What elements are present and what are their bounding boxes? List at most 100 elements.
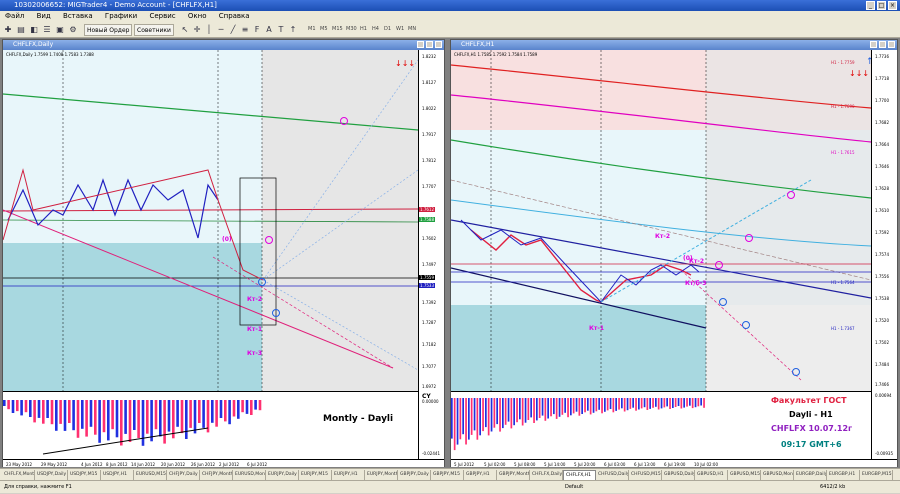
market-watch-icon[interactable]: ◧ [29, 25, 39, 35]
chart-tab[interactable]: USDJPY,H1 [101, 470, 134, 480]
chart-window-daily[interactable]: CHFLFX,Daily ↓↓↓ CHFLFX,Daily 1.7599 1.7… [2, 39, 445, 467]
chart-tab[interactable]: EURGBP,M15 [860, 470, 893, 480]
chart-tab[interactable]: EURJPY,Monthly [365, 470, 398, 480]
price-chart[interactable]: ↓↓↓ ↑ CHFLFX,Daily 1.7599 1.7408 1.7583 … [3, 50, 418, 391]
trendline-icon[interactable]: ╱ [228, 25, 238, 35]
note-timeframe: Dayli - H1 [789, 410, 833, 419]
histogram-bar [37, 400, 41, 418]
chart-tab[interactable]: GBPUSD,Monthly [761, 470, 794, 480]
menu-insert[interactable]: Вставка [58, 11, 98, 22]
app-title: 10302006652: MIGTrader4 - Demo Account -… [14, 1, 217, 9]
arrows-icon[interactable]: ↑ [288, 25, 298, 35]
histogram-bar [172, 400, 175, 439]
close-icon[interactable]: × [888, 1, 897, 10]
text-icon[interactable]: A [264, 25, 274, 35]
chart-tab[interactable]: EURJPY,M15 [299, 470, 332, 480]
chart-tab[interactable]: EURJPY,Daily [266, 470, 299, 480]
histogram-bar [250, 400, 253, 415]
menu-file[interactable]: Файл [0, 11, 29, 22]
tf-mn[interactable]: MN [408, 26, 416, 32]
menu-help[interactable]: Справка [214, 11, 255, 22]
tester-icon[interactable]: ⚙ [68, 25, 78, 35]
chart-tab[interactable]: USDJPY,Daily [35, 470, 68, 480]
tf-m15[interactable]: M15 [332, 26, 343, 32]
maximize-icon[interactable] [426, 41, 433, 48]
chart-tab[interactable]: GBPJPY,Daily [398, 470, 431, 480]
tf-m1[interactable]: M1 [308, 26, 316, 32]
date-tick: 8 Jun 2012 [106, 462, 128, 467]
channel-icon[interactable]: ≡ [240, 25, 250, 35]
chart-tab[interactable]: CHFLFX,H1 [563, 470, 596, 480]
tf-h1[interactable]: H1 [360, 26, 367, 32]
histogram-bar [612, 398, 615, 413]
menu-window[interactable]: Окно [183, 11, 212, 22]
chart-tab[interactable]: EURGBP,H1 [827, 470, 860, 480]
menu-tools[interactable]: Сервис [144, 11, 180, 22]
tf-d1[interactable]: D1 [384, 26, 391, 32]
menu-view[interactable]: Вид [32, 11, 56, 22]
label-k1: Кт-1 [589, 325, 605, 332]
tf-h4[interactable]: H4 [372, 26, 379, 32]
chart-tab[interactable]: USDJPY,M15 [68, 470, 101, 480]
new-order-button[interactable]: Новый Ордер [84, 24, 133, 36]
histogram-bar [167, 400, 171, 432]
vertical-line-icon[interactable]: │ [204, 25, 214, 35]
price-tick: 1.7664 [875, 142, 889, 147]
tf-m5[interactable]: M5 [320, 26, 328, 32]
profiles-icon[interactable]: ▤ [16, 25, 26, 35]
fibo-icon[interactable]: F [252, 25, 262, 35]
histogram-bar [666, 398, 668, 407]
histogram-bar [102, 400, 106, 433]
label-icon[interactable]: T [276, 25, 286, 35]
chart-tab[interactable]: GBPUSD,H1 [695, 470, 728, 480]
minimize-icon[interactable]: _ [866, 1, 875, 10]
tf-w1[interactable]: W1 [396, 26, 404, 32]
histogram-bar [465, 398, 467, 445]
price-tick: 1.7812 [422, 158, 436, 163]
chart-tab[interactable]: CHFLFX,Daily [530, 470, 563, 480]
minimize-icon[interactable] [417, 41, 424, 48]
chart-tab[interactable]: GBPUSD,M15 [728, 470, 761, 480]
histogram-bar [507, 398, 510, 422]
chart-window-h1[interactable]: CHFLFX,H1 ↓↓↓ ↑ CHFLFX,H1 1.7585 1.7592 … [450, 39, 898, 467]
cursor-icon[interactable]: ↖ [180, 25, 190, 35]
chart-tab[interactable]: GBPUSD,Daily [662, 470, 695, 480]
indicator-panel[interactable]: Факультет ГОСТ Dayli - H1 CHFLFX 10.07.1… [451, 391, 871, 459]
chart-tab[interactable]: GBPJPY,Monthly [497, 470, 530, 480]
price-tick: 1.7718 [875, 76, 889, 81]
histogram-bar [609, 398, 612, 409]
app-title-bar: 10302006652: MIGTrader4 - Demo Account -… [0, 0, 900, 11]
minimize-icon[interactable] [870, 41, 877, 48]
maximize-icon[interactable] [879, 41, 886, 48]
chart-tab[interactable]: CHFJPY,Monthly [200, 470, 233, 480]
chart-tab[interactable]: EURUSD,Monthly [233, 470, 266, 480]
close-icon[interactable] [435, 41, 442, 48]
chart-tab[interactable]: EURGBP,Daily [794, 470, 827, 480]
chart-tab[interactable]: CHFJPY,Daily [167, 470, 200, 480]
chart-tab[interactable]: CHFUSD,M15 [629, 470, 662, 480]
chart-tab[interactable]: CHFUSD,Daily [596, 470, 629, 480]
chart-tab[interactable]: GBPJPY,H1 [464, 470, 497, 480]
terminal-icon[interactable]: ▣ [55, 25, 65, 35]
chart-tab[interactable]: EURJPY,H1 [332, 470, 365, 480]
chart-window-title: CHFLFX,H1 [451, 40, 897, 50]
histogram-bar [621, 398, 623, 409]
chart-tab[interactable]: EURUSD,M15 [134, 470, 167, 480]
histogram-bar [623, 398, 626, 412]
indicator-panel[interactable]: Montly - Dayli [3, 391, 418, 459]
menu-charts[interactable]: Графики [100, 11, 142, 22]
advisors-button[interactable]: Советники [134, 24, 174, 36]
horizontal-line-icon[interactable]: ─ [216, 25, 226, 35]
chart-tab[interactable]: GBPJPY,M15 [431, 470, 464, 480]
maximize-icon[interactable]: □ [877, 1, 886, 10]
crosshair-icon[interactable]: ✛ [192, 25, 202, 35]
price-chart[interactable]: ↓↓↓ ↑ CHFLFX,H1 1.7585 1.7592 1.7584 1.7… [451, 50, 871, 391]
navigator-icon[interactable]: ☰ [42, 25, 52, 35]
new-chart-icon[interactable]: ✚ [3, 25, 13, 35]
histogram-bar [46, 400, 49, 418]
chart-tab[interactable]: CHFLFX,Monthly [2, 470, 35, 480]
histogram-bar [479, 398, 481, 436]
close-icon[interactable] [888, 41, 895, 48]
tf-m30[interactable]: M30 [346, 26, 357, 32]
histogram-bar [7, 400, 10, 410]
